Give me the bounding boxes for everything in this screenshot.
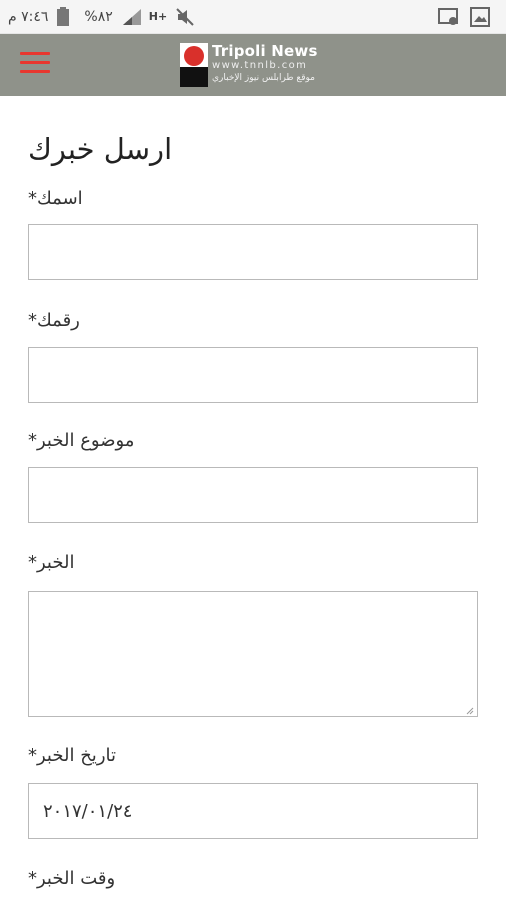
date-input[interactable]: ٢٠١٧/٠١/٢٤ [28,783,478,839]
name-input[interactable] [28,224,478,280]
name-label: اسمك* [28,188,83,209]
page-title: ارسل خبرك [28,132,173,166]
mute-icon [175,7,195,27]
date-label: تاريخ الخبر* [28,745,117,766]
subject-input[interactable] [28,467,478,523]
submit-news-form: ارسل خبرك اسمك* رقمك* موضوع الخبر* الخبر… [0,96,506,900]
news-label: الخبر* [28,552,75,573]
time-label: وقت الخبر* [28,868,116,889]
status-left: ٧:٤٦ م %٨٢ H+ [8,0,195,34]
battery-percent: %٨٢ [84,8,113,25]
screen-cast-icon [438,7,458,27]
image-icon [470,6,490,27]
phone-input[interactable] [28,347,478,403]
network-type: H+ [148,10,168,23]
app-header: Tripoli News www.tnnlb.com موقع طرابلس ن… [0,34,506,96]
hamburger-menu-icon[interactable] [20,48,50,76]
logo-mark-icon [180,43,208,87]
site-logo[interactable]: Tripoli News www.tnnlb.com موقع طرابلس ن… [180,42,330,88]
status-bar: ٧:٤٦ م %٨٢ H+ [0,0,506,34]
logo-title: Tripoli News [212,42,318,60]
logo-tagline: موقع طرابلس نيوز الإخباري [212,73,315,83]
status-right [438,0,490,34]
subject-label: موضوع الخبر* [28,430,135,451]
resize-grip-icon[interactable] [466,707,474,715]
logo-url: www.tnnlb.com [212,60,308,71]
battery-icon [56,6,76,27]
news-textarea[interactable] [28,591,478,717]
clock: ٧:٤٦ م [8,8,49,25]
phone-label: رقمك* [28,310,80,331]
signal-icon [121,7,141,27]
